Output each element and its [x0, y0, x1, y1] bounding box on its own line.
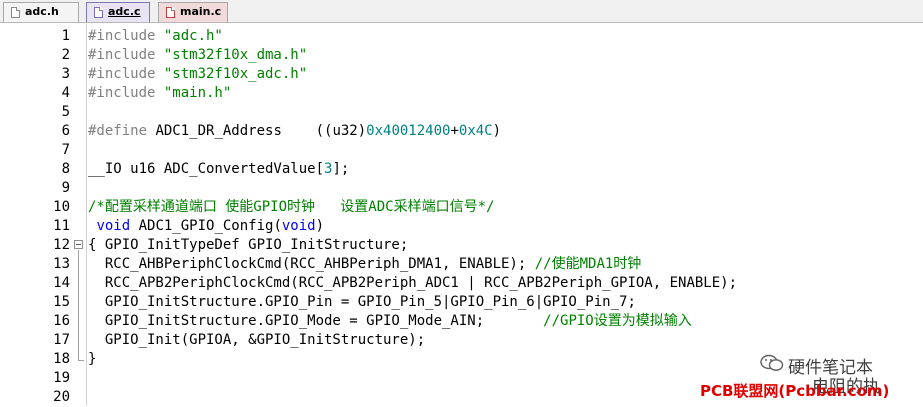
code-line[interactable]: 10 /*配置采样通道端口 使能GPIO时钟 设置ADC采样端口信号*/: [0, 198, 923, 217]
code-line[interactable]: 7: [0, 141, 923, 160]
tab-adc-c[interactable]: adc.c: [86, 2, 150, 22]
code-line[interactable]: 17 GPIO_Init(GPIOA, &GPIO_InitStructure)…: [0, 331, 923, 350]
token: ];: [332, 161, 350, 177]
code-text[interactable]: void ADC1_GPIO_Config(void): [88, 217, 324, 236]
line-number: 3: [61, 66, 70, 82]
token: GPIO_Init(GPIOA, &GPIO_InitStructure);: [88, 332, 426, 348]
code-text[interactable]: #include "main.h": [88, 84, 231, 103]
line-number: 19: [53, 370, 70, 386]
code-line[interactable]: 1 #include "adc.h": [0, 27, 923, 46]
file-h-icon: [11, 7, 20, 18]
code-text[interactable]: #define ADC1_DR_Address ((u32)0x40012400…: [88, 122, 501, 141]
fold-guide-end: [78, 360, 84, 361]
line-number: 18: [53, 351, 70, 367]
token: __IO u16 ADC_ConvertedValue[: [88, 161, 325, 177]
tab-adc-h[interactable]: adc.h: [3, 2, 79, 22]
code-line[interactable]: 11 void ADC1_GPIO_Config(void): [0, 217, 923, 236]
line-number: 6: [61, 123, 70, 139]
token: +: [450, 123, 459, 139]
token: RCC_AHBPeriphClockCmd(RCC_AHBPeriph_DMA1…: [88, 256, 535, 272]
code-line[interactable]: 6 #define ADC1_DR_Address ((u32)0x4001240…: [0, 122, 923, 141]
token-kw: void: [281, 218, 316, 234]
token: GPIO_InitStructure.GPIO_Mode = GPIO_Mode…: [88, 313, 544, 329]
code-line[interactable]: 16 GPIO_InitStructure.GPIO_Mode = GPIO_M…: [0, 312, 923, 331]
code-line[interactable]: 4 #include "main.h": [0, 84, 923, 103]
line-number: 10: [53, 199, 70, 215]
code-text[interactable]: RCC_AHBPeriphClockCmd(RCC_AHBPeriph_DMA1…: [88, 255, 641, 274]
code-text[interactable]: RCC_APB2PeriphClockCmd(RCC_APB2Periph_AD…: [88, 274, 737, 293]
code-text[interactable]: #include "stm32f10x_adc.h": [88, 65, 307, 84]
line-number: 14: [53, 275, 70, 291]
line-number: 15: [53, 294, 70, 310]
token-num: 0x40012400: [366, 123, 451, 139]
file-tab-bar: adc.h adc.c main.c: [0, 0, 923, 23]
token: GPIO_InitStructure.GPIO_Pin = GPIO_Pin_5…: [88, 294, 636, 310]
line-number: 20: [53, 389, 70, 405]
code-text[interactable]: /*配置采样通道端口 使能GPIO时钟 设置ADC采样端口信号*/: [88, 198, 494, 217]
code-line[interactable]: 8 __IO u16 ADC_ConvertedValue[3];: [0, 160, 923, 179]
line-number: 8: [61, 161, 70, 177]
code-line[interactable]: 13 RCC_AHBPeriphClockCmd(RCC_AHBPeriph_D…: [0, 255, 923, 274]
code-text[interactable]: GPIO_Init(GPIOA, &GPIO_InitStructure);: [88, 331, 425, 350]
code-editor[interactable]: 1 #include "adc.h" 2 #include "stm32f10x_dm…: [0, 24, 923, 406]
code-line[interactable]: 2 #include "stm32f10x_dma.h": [0, 46, 923, 65]
token-pp: #include: [88, 47, 164, 63]
code-line[interactable]: 15 GPIO_InitStructure.GPIO_Pin = GPIO_Pi…: [0, 293, 923, 312]
line-number: 9: [61, 180, 70, 196]
token-pp: #include: [88, 85, 164, 101]
line-number: 7: [61, 142, 70, 158]
watermark-site: PCB联盟网(Pcbbar.com): [700, 382, 890, 400]
code-text[interactable]: }: [88, 350, 96, 369]
code-line[interactable]: 14 RCC_APB2PeriphClockCmd(RCC_APB2Periph…: [0, 274, 923, 293]
token: ADC1_DR_Address ((u32): [155, 123, 367, 139]
line-number: 5: [61, 104, 70, 120]
line-number: 12: [53, 237, 70, 253]
fold-toggle-icon[interactable]: [74, 240, 83, 249]
code-text[interactable]: __IO u16 ADC_ConvertedValue[3];: [88, 160, 349, 179]
file-c-icon: [94, 7, 103, 18]
token-str: "adc.h": [163, 28, 223, 44]
token: ): [492, 123, 502, 139]
token: RCC_APB2PeriphClockCmd(RCC_APB2Periph_AD…: [88, 275, 738, 291]
token-str: "main.h": [163, 85, 232, 101]
token-str: "stm32f10x_dma.h": [163, 47, 308, 63]
token-str: "stm32f10x_adc.h": [163, 66, 308, 82]
token-pp: #include: [88, 66, 164, 82]
token-pp: #include: [88, 28, 164, 44]
code-text[interactable]: #include "adc.h": [88, 27, 223, 46]
tab-label: adc.h: [25, 5, 59, 18]
token: }: [88, 351, 97, 367]
token-num: 0x4C: [458, 123, 493, 139]
token: ADC1_GPIO_Config(: [130, 218, 282, 234]
tab-main-c[interactable]: main.c: [158, 2, 228, 22]
token-cm: //GPIO设置为模拟输入: [543, 313, 692, 329]
line-number: 4: [61, 85, 70, 101]
code-text[interactable]: { GPIO_InitTypeDef GPIO_InitStructure;: [88, 236, 408, 255]
fold-guide: [78, 250, 79, 360]
line-number: 16: [53, 313, 70, 329]
code-line[interactable]: 9: [0, 179, 923, 198]
token-cm: //使能MDA1时钟: [534, 256, 642, 272]
token-cm: /*配置采样通道端口 使能GPIO时钟 设置ADC采样端口信号*/: [88, 199, 495, 215]
code-text[interactable]: #include "stm32f10x_dma.h": [88, 46, 307, 65]
code-text[interactable]: GPIO_InitStructure.GPIO_Mode = GPIO_Mode…: [88, 312, 692, 331]
tab-label: adc.c: [108, 5, 141, 18]
code-line[interactable]: 3 #include "stm32f10x_adc.h": [0, 65, 923, 84]
token-pp: #define: [88, 123, 156, 139]
code-text[interactable]: GPIO_InitStructure.GPIO_Pin = GPIO_Pin_5…: [88, 293, 636, 312]
line-number: 1: [61, 28, 70, 44]
line-number: 2: [61, 47, 70, 63]
line-number: 11: [53, 218, 70, 234]
line-number: 13: [53, 256, 70, 272]
tab-label: main.c: [180, 5, 222, 18]
file-c-icon: [166, 7, 175, 18]
token: ): [315, 218, 325, 234]
code-line[interactable]: 5: [0, 103, 923, 122]
token: { GPIO_InitTypeDef GPIO_InitStructure;: [88, 237, 409, 253]
token-kw: void: [96, 218, 131, 234]
wechat-icon: [760, 354, 784, 371]
line-number: 17: [53, 332, 70, 348]
code-line[interactable]: 12 { GPIO_InitTypeDef GPIO_InitStructure;: [0, 236, 923, 255]
